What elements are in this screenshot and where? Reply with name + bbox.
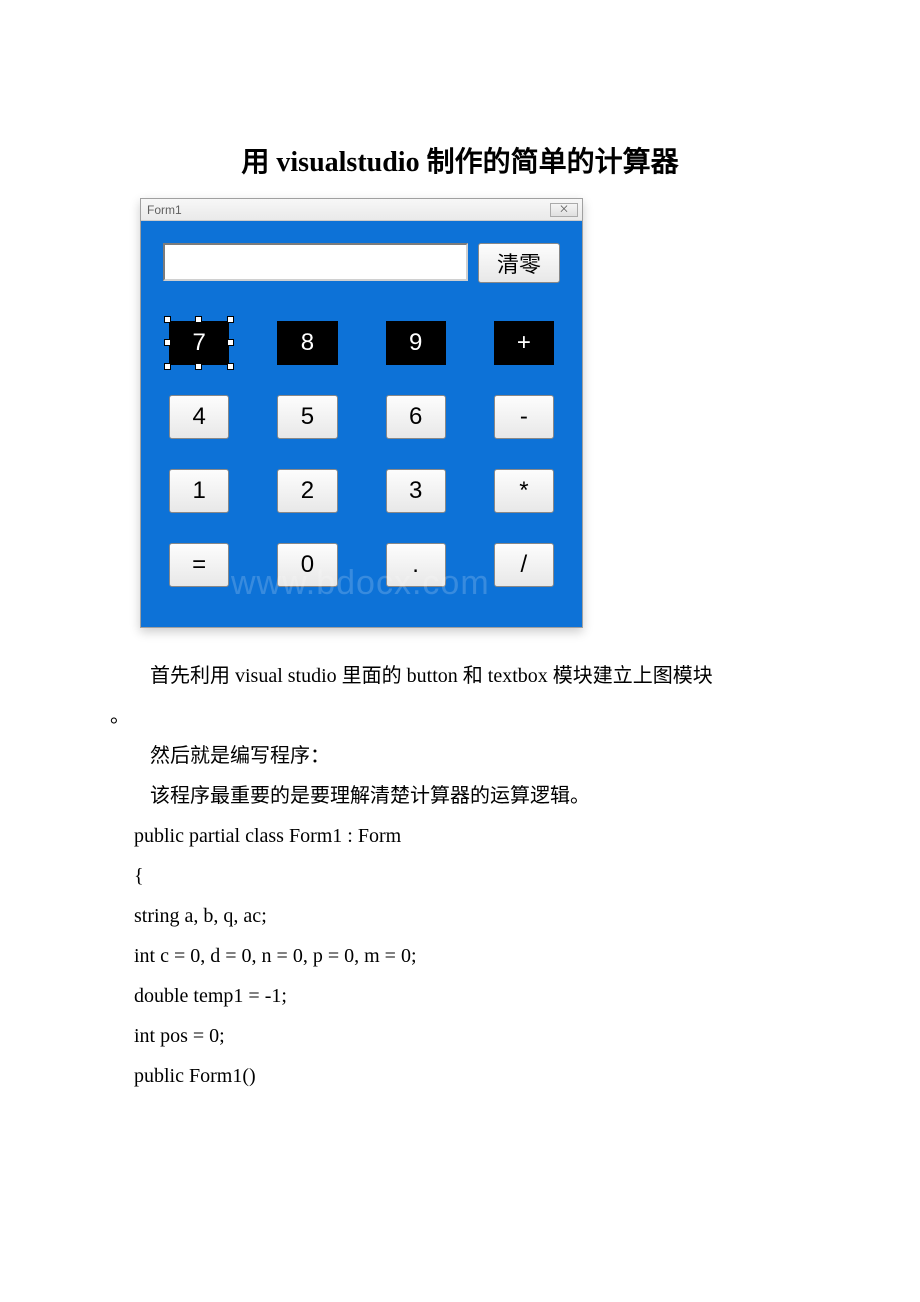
- key-dot[interactable]: .: [386, 543, 446, 587]
- keypad-grid: 7 8 9 + 4 5 6 - 1 2 3: [163, 321, 560, 587]
- key-5[interactable]: 5: [277, 395, 337, 439]
- code-line: public Form1(): [110, 1056, 810, 1096]
- code-line: double temp1 = -1;: [110, 976, 810, 1016]
- resize-handle-icon[interactable]: [195, 363, 202, 370]
- code-line: public partial class Form1 : Form: [110, 816, 810, 856]
- form-client-area: 清零 7 8 9 + 4 5 6: [141, 221, 582, 627]
- article-body: 首先利用 visual studio 里面的 button 和 textbox …: [110, 656, 810, 1096]
- resize-handle-icon[interactable]: [227, 363, 234, 370]
- key-2[interactable]: 2: [277, 469, 337, 513]
- key-8[interactable]: 8: [277, 321, 337, 365]
- code-line: int c = 0, d = 0, n = 0, p = 0, m = 0;: [110, 936, 810, 976]
- code-line: int pos = 0;: [110, 1016, 810, 1056]
- paragraph-tail: 。: [110, 696, 810, 736]
- paragraph: 该程序最重要的是要理解清楚计算器的运算逻辑。: [110, 776, 810, 816]
- key-equals[interactable]: =: [169, 543, 229, 587]
- winform-window: Form1 ⨉ 清零 7 8: [140, 198, 583, 628]
- clear-button[interactable]: 清零: [478, 243, 560, 283]
- display-textbox[interactable]: [163, 243, 468, 281]
- resize-handle-icon[interactable]: [227, 316, 234, 323]
- paragraph: 首先利用 visual studio 里面的 button 和 textbox …: [110, 656, 810, 696]
- key-0[interactable]: 0: [277, 543, 337, 587]
- key-minus[interactable]: -: [494, 395, 554, 439]
- code-line: {: [110, 856, 810, 896]
- close-icon[interactable]: ⨉: [550, 203, 578, 217]
- key-9[interactable]: 9: [386, 321, 446, 365]
- resize-handle-icon[interactable]: [164, 339, 171, 346]
- window-title-text: Form1: [145, 203, 182, 217]
- paragraph: 然后就是编写程序：: [110, 736, 810, 776]
- calculator-form-designer: Form1 ⨉ 清零 7 8: [140, 198, 810, 628]
- key-1[interactable]: 1: [169, 469, 229, 513]
- key-7[interactable]: 7: [169, 321, 229, 365]
- resize-handle-icon[interactable]: [164, 316, 171, 323]
- document-title: 用 visualstudio 制作的简单的计算器: [110, 140, 810, 180]
- resize-handle-icon[interactable]: [227, 339, 234, 346]
- key-3[interactable]: 3: [386, 469, 446, 513]
- code-line: string a, b, q, ac;: [110, 896, 810, 936]
- key-multiply[interactable]: *: [494, 469, 554, 513]
- key-6[interactable]: 6: [386, 395, 446, 439]
- resize-handle-icon[interactable]: [195, 316, 202, 323]
- key-4[interactable]: 4: [169, 395, 229, 439]
- key-7-selected[interactable]: 7: [169, 321, 229, 365]
- key-plus[interactable]: +: [494, 321, 554, 365]
- resize-handle-icon[interactable]: [164, 363, 171, 370]
- window-titlebar: Form1 ⨉: [141, 199, 582, 221]
- key-divide[interactable]: /: [494, 543, 554, 587]
